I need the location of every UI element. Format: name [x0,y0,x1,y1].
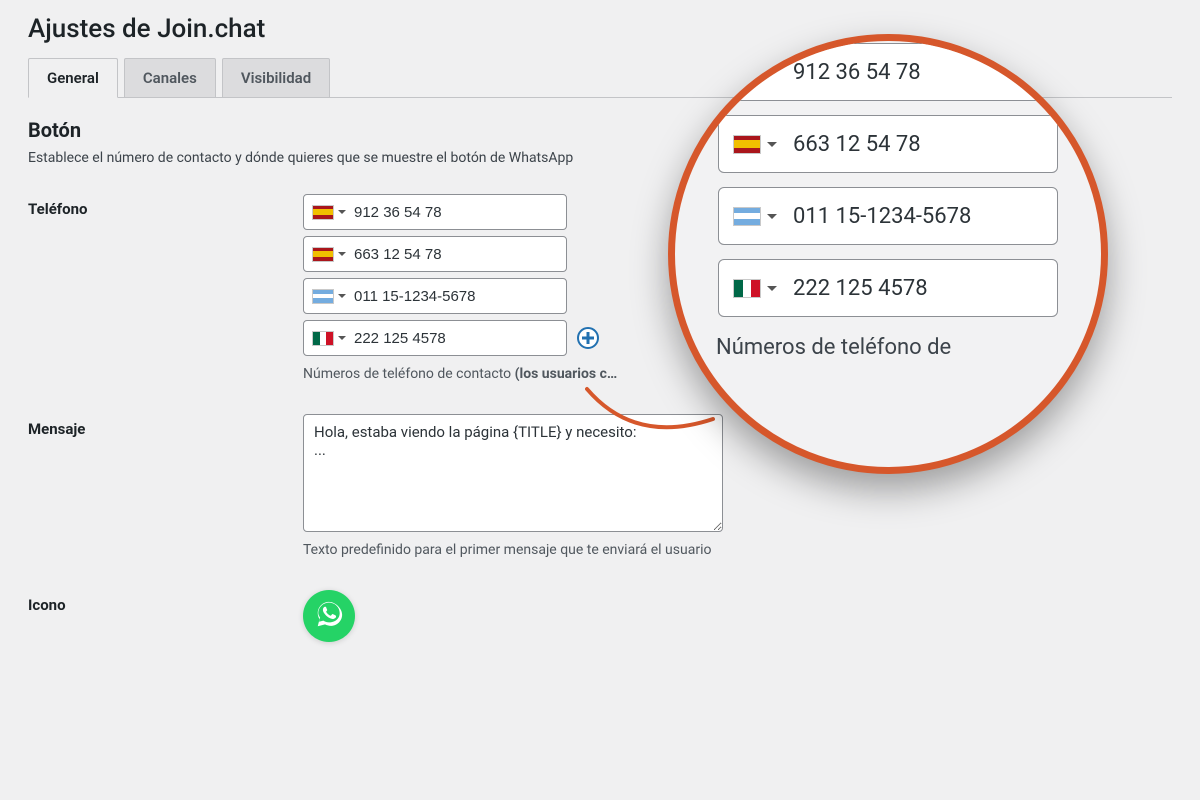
phone-hint-bold: (los usuarios c… [515,366,618,382]
zoom-lens-callout: …ieres qu… 912 36 54 78 663 12 54 78 011… [668,34,1108,474]
lens-phone-field: 912 36 54 78 [718,43,1058,101]
flag-mx-icon [733,279,761,298]
chevron-down-icon [338,252,346,256]
lens-phone-field: 011 15-1234-5678 [718,187,1058,245]
label-message: Mensaje [28,414,303,438]
lens-phone-value: 011 15-1234-5678 [777,204,971,229]
chevron-down-icon [338,336,346,340]
chevron-down-icon [338,294,346,298]
phone-field[interactable] [303,194,567,230]
lens-hint-fragment: Números de teléfono de [708,331,1068,360]
whatsapp-icon [314,599,344,633]
flag-es-icon [312,247,334,262]
chevron-down-icon [767,142,777,147]
chevron-down-icon [767,70,777,75]
chevron-down-icon [767,286,777,291]
flag-ar-icon [312,289,334,304]
label-icon: Icono [28,590,303,614]
lens-phone-value: 222 125 4578 [777,276,928,301]
lens-phone-value: 663 12 54 78 [777,132,921,157]
country-picker[interactable] [312,331,354,346]
message-hint: Texto predefinido para el primer mensaje… [303,542,1172,558]
phone-input[interactable] [354,204,558,221]
phone-input[interactable] [354,246,558,263]
lens-phone-field: 222 125 4578 [718,259,1058,317]
tab-canales[interactable]: Canales [124,58,216,98]
lens-phone-value: 912 36 54 78 [777,60,921,85]
add-phone-button[interactable] [577,327,599,349]
flag-ar-icon [733,207,761,226]
message-textarea[interactable] [303,414,723,532]
tab-general[interactable]: General [28,58,118,98]
flag-es-icon [733,135,761,154]
lens-phone-field: 663 12 54 78 [718,115,1058,173]
flag-es-icon [733,63,761,82]
chevron-down-icon [338,210,346,214]
whatsapp-icon-picker[interactable] [303,590,355,642]
phone-input[interactable] [354,288,558,305]
phone-field[interactable] [303,278,567,314]
phone-input[interactable] [354,330,558,347]
row-icon: Icono [28,590,1172,642]
country-picker[interactable] [312,205,354,220]
chevron-down-icon [767,214,777,219]
country-picker[interactable] [312,289,354,304]
label-phone: Teléfono [28,194,303,218]
country-picker[interactable] [312,247,354,262]
flag-mx-icon [312,331,334,346]
flag-es-icon [312,205,334,220]
phone-hint-text: Números de teléfono de contacto [303,366,515,382]
tab-visibilidad[interactable]: Visibilidad [222,58,330,98]
page-title: Ajustes de Join.chat [28,14,1172,44]
phone-field[interactable] [303,236,567,272]
phone-field[interactable] [303,320,567,356]
